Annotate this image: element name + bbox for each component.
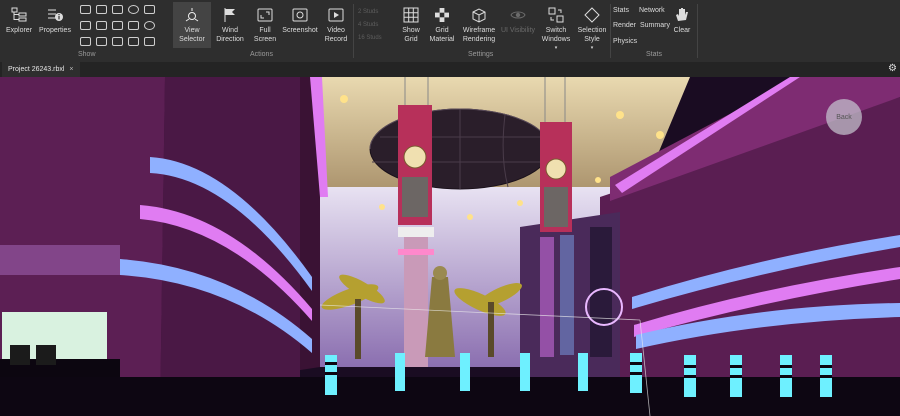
explorer-button[interactable]: Explorer — [4, 6, 34, 35]
studs-4-option[interactable]: 4 Studs — [358, 19, 382, 32]
diamond-icon — [583, 6, 601, 24]
localization-icon[interactable] — [112, 37, 123, 46]
watch-icon[interactable] — [144, 21, 155, 30]
physics-button[interactable]: Physics — [613, 38, 637, 45]
chevron-down-icon: ▾ — [554, 45, 558, 51]
group-label-settings: Settings — [468, 51, 494, 58]
summary-button[interactable]: Summary — [640, 22, 670, 29]
view-cube-label: Back — [836, 113, 852, 121]
separator — [610, 4, 611, 58]
close-icon[interactable]: × — [69, 62, 73, 77]
video-record-button[interactable]: Video Record — [322, 6, 350, 44]
ui-visibility-button[interactable]: UI Visibility — [500, 6, 536, 35]
3d-viewport[interactable]: Back — [0, 77, 900, 416]
asset-manager-icon[interactable] — [112, 5, 123, 14]
scene-render — [0, 77, 900, 416]
script-analysis-icon[interactable] — [112, 21, 123, 30]
tween-icon[interactable] — [144, 37, 155, 46]
find-results-icon[interactable] — [128, 21, 139, 30]
show-grid-button[interactable]: Show Grid — [397, 6, 425, 44]
tab-label: Project 26243.rbxl — [8, 66, 65, 73]
tag-icon[interactable] — [144, 5, 155, 14]
full-screen-button[interactable]: Full Screen — [250, 6, 280, 44]
wireframe-rendering-button[interactable]: Wireframe Rendering — [460, 6, 498, 44]
checker-icon — [433, 6, 451, 24]
chevron-down-icon: ▾ — [590, 45, 594, 51]
properties-button[interactable]: Properties — [38, 6, 72, 35]
view-selector-cube[interactable]: Back — [826, 99, 862, 135]
studs-options: 2 Studs 4 Studs 16 Studs — [358, 6, 382, 45]
separator — [353, 4, 354, 58]
grid-material-button[interactable]: Grid Material — [428, 6, 456, 44]
camera-icon[interactable] — [80, 21, 91, 30]
stats-button[interactable]: Stats — [613, 7, 629, 14]
document-tab-bar: Project 26243.rbxl × ⚙ — [0, 62, 900, 77]
switch-windows-button[interactable]: Switch Windows ▾ — [538, 6, 574, 53]
eye-icon — [509, 6, 527, 24]
performance-icon[interactable] — [128, 37, 139, 46]
studs-16-option[interactable]: 16 Studs — [358, 32, 382, 45]
wireframe-cube-icon — [470, 6, 488, 24]
view-selector-icon — [183, 6, 201, 24]
screenshot-icon — [291, 6, 309, 24]
command-bar-icon[interactable] — [96, 21, 107, 30]
tab-project[interactable]: Project 26243.rbxl × — [2, 62, 80, 77]
network-button[interactable]: Network — [639, 7, 665, 14]
grid-icon — [402, 6, 420, 24]
show-toggles-grid — [80, 5, 159, 51]
group-label-actions: Actions — [250, 51, 273, 58]
output-icon[interactable] — [96, 5, 107, 14]
screenshot-button[interactable]: Screenshot — [282, 6, 318, 35]
call-stack-icon[interactable] — [80, 37, 91, 46]
group-label-show: Show — [78, 51, 96, 58]
gear-icon[interactable]: ⚙ — [888, 63, 897, 74]
view-selector-button[interactable]: View Selector — [173, 2, 211, 48]
terrain-icon[interactable] — [128, 5, 139, 14]
selection-style-button[interactable]: Selection Style ▾ — [576, 6, 608, 53]
switch-windows-icon — [547, 6, 565, 24]
flag-icon — [221, 6, 239, 24]
group-label-stats: Stats — [646, 51, 662, 58]
render-button[interactable]: Render — [613, 22, 636, 29]
breakpoints-icon[interactable] — [96, 37, 107, 46]
wind-direction-button[interactable]: Wind Direction — [213, 6, 247, 44]
properties-icon — [46, 6, 64, 24]
studs-2-option[interactable]: 2 Studs — [358, 6, 382, 19]
clear-hand-icon — [673, 6, 691, 24]
separator — [697, 4, 698, 58]
clear-button[interactable]: Clear — [670, 6, 694, 35]
toolbox-icon[interactable] — [80, 5, 91, 14]
explorer-icon — [10, 6, 28, 24]
ribbon-toolbar: Explorer Properties Show View Selector W… — [0, 0, 900, 63]
full-screen-icon — [256, 6, 274, 24]
video-record-icon — [327, 6, 345, 24]
